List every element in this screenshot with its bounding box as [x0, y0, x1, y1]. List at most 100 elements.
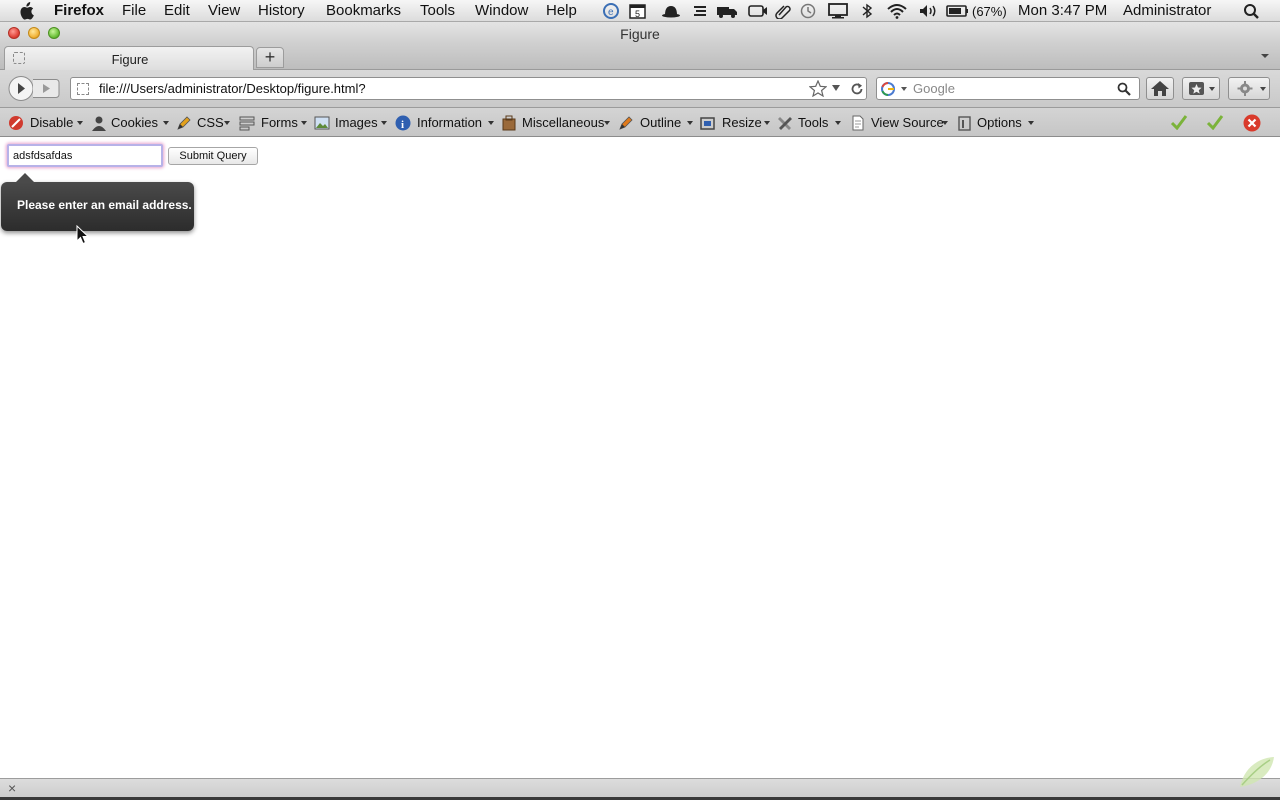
- dev-menu-label: Images: [335, 115, 378, 130]
- validation-tooltip: Please enter an email address.: [1, 173, 194, 231]
- spotlight-search-icon[interactable]: [1243, 3, 1261, 19]
- dropdown-arrow-icon: [224, 121, 230, 125]
- window-title: Figure: [620, 26, 660, 42]
- menubar-clock[interactable]: Mon 3:47 PM: [1018, 3, 1107, 19]
- battery-percent: (67%): [972, 4, 1007, 19]
- dropdown-arrow-icon: [764, 121, 770, 125]
- tab-strip: Figure +: [0, 44, 1280, 70]
- dev-menu-label: Forms: [261, 115, 298, 130]
- forward-button[interactable]: [33, 79, 60, 98]
- page-content: Submit Query Please enter an email addre…: [0, 137, 1280, 778]
- dev-menu-label: Cookies: [111, 115, 158, 130]
- window-title-bar: Figure: [0, 22, 1280, 44]
- tab-figure[interactable]: Figure: [4, 46, 254, 70]
- search-engine-google-icon[interactable]: [881, 81, 911, 97]
- new-tab-button[interactable]: +: [256, 47, 284, 68]
- dropdown-arrow-icon: [942, 121, 948, 125]
- apple-menu-icon[interactable]: [18, 2, 34, 20]
- display-icon[interactable]: [828, 3, 848, 19]
- ie-tab-icon[interactable]: e: [602, 3, 620, 19]
- paperclip-icon[interactable]: [774, 3, 792, 19]
- bookmarks-star-icon: [1183, 78, 1219, 99]
- battery-icon[interactable]: [946, 3, 970, 19]
- menu-bookmarks[interactable]: Bookmarks: [326, 3, 401, 19]
- validation-message: Please enter an email address.: [17, 198, 192, 212]
- truck-icon[interactable]: [716, 3, 738, 19]
- search-bar[interactable]: Google: [876, 77, 1140, 100]
- miscellaneous-icon: [501, 115, 517, 131]
- home-icon: [1147, 78, 1173, 99]
- dev-menu-label: Disable: [30, 115, 74, 130]
- back-button[interactable]: [8, 76, 34, 101]
- dev-menu-label: CSS: [197, 115, 224, 130]
- list-icon[interactable]: [692, 3, 708, 19]
- close-addon-bar-icon[interactable]: ×: [8, 780, 16, 796]
- dropdown-arrow-icon: [687, 121, 693, 125]
- menubar-user[interactable]: Administrator: [1123, 3, 1211, 19]
- dev-menu-label: Information: [417, 115, 483, 130]
- addon-gear-icon: [1229, 78, 1269, 99]
- url-text[interactable]: file:///Users/administrator/Desktop/figu…: [99, 81, 366, 96]
- dropdown-arrow-icon: [835, 121, 841, 125]
- dev-menu-label: Tools: [798, 115, 829, 130]
- site-identity-icon[interactable]: [77, 83, 89, 95]
- resize-icon: [700, 115, 716, 131]
- dropdown-arrow-icon: [77, 121, 83, 125]
- volume-icon[interactable]: [918, 3, 938, 19]
- search-input[interactable]: Google: [913, 81, 955, 96]
- calendar-icon[interactable]: 5: [629, 3, 647, 19]
- bookmark-star-icon[interactable]: [809, 80, 827, 97]
- status-bar: ×: [0, 778, 1280, 800]
- back-forward-buttons: [8, 76, 62, 101]
- javascript-error-icon[interactable]: [1243, 114, 1261, 132]
- information-icon: i: [395, 115, 411, 131]
- menu-tools[interactable]: Tools: [420, 3, 455, 19]
- svg-text:i: i: [401, 119, 404, 131]
- tab-list-chevron-icon[interactable]: [1260, 52, 1270, 60]
- menu-file[interactable]: File: [122, 3, 146, 19]
- web-developer-toolbar: Disable Cookies CSS Forms Images i Infor…: [0, 108, 1280, 137]
- time-machine-icon[interactable]: [799, 3, 817, 19]
- view-source-page-icon: [850, 115, 866, 131]
- outline-pencil-icon: [618, 115, 634, 131]
- hat-icon[interactable]: [661, 3, 681, 19]
- reload-icon[interactable]: [850, 81, 864, 97]
- css-validation-check-icon[interactable]: [1170, 114, 1188, 130]
- dev-menu-label: Options: [977, 115, 1022, 130]
- disable-icon: [8, 115, 24, 131]
- dropdown-arrow-icon: [1028, 121, 1034, 125]
- dev-menu-label: Resize: [722, 115, 762, 130]
- menu-edit[interactable]: Edit: [164, 3, 190, 19]
- email-input[interactable]: [7, 144, 163, 167]
- css-pencil-icon: [176, 115, 192, 131]
- bluetooth-icon[interactable]: [861, 3, 873, 19]
- addon-menu-button[interactable]: [1228, 77, 1270, 100]
- menu-firefox[interactable]: Firefox: [54, 3, 104, 19]
- menu-view[interactable]: View: [208, 3, 240, 19]
- tooltip-pointer: [15, 173, 35, 183]
- bookmarks-menu-button[interactable]: [1182, 77, 1220, 100]
- url-history-chevron-icon[interactable]: [831, 83, 841, 93]
- html-validation-check-icon[interactable]: [1206, 114, 1224, 130]
- svg-text:5: 5: [635, 9, 640, 19]
- cookies-person-icon: [91, 115, 107, 131]
- menu-history[interactable]: History: [258, 3, 305, 19]
- search-go-icon[interactable]: [1117, 82, 1131, 96]
- dev-menu-label: Outline: [640, 115, 682, 130]
- mouse-cursor-icon: [76, 225, 90, 245]
- video-camera-icon[interactable]: [748, 3, 768, 19]
- navigation-toolbar: file:///Users/administrator/Desktop/figu…: [0, 70, 1280, 108]
- dev-menu-label: View Source: [871, 115, 944, 130]
- url-bar[interactable]: file:///Users/administrator/Desktop/figu…: [70, 77, 867, 100]
- dev-menu-label: Miscellaneous: [522, 115, 605, 130]
- menu-help[interactable]: Help: [546, 3, 577, 19]
- mac-menu-bar: Firefox File Edit View History Bookmarks…: [0, 0, 1280, 22]
- leaf-watermark-icon: [1236, 754, 1276, 790]
- dropdown-arrow-icon: [163, 121, 169, 125]
- menu-window[interactable]: Window: [475, 3, 528, 19]
- dropdown-arrow-icon: [488, 121, 494, 125]
- home-button[interactable]: [1146, 77, 1174, 100]
- tools-icon: [777, 115, 793, 131]
- wifi-icon[interactable]: [886, 3, 908, 19]
- submit-query-button[interactable]: Submit Query: [168, 147, 258, 165]
